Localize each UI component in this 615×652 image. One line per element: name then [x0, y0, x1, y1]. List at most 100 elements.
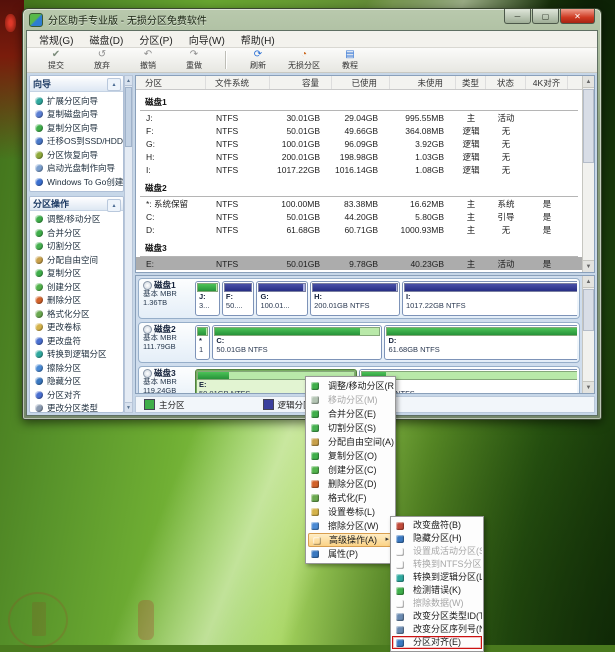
scrollbar-thumb[interactable] — [583, 89, 594, 163]
scroll-up-icon[interactable]: ▲ — [583, 276, 594, 288]
partition-table-row[interactable]: D: NTFS 61.68GB 60.71GB 1000.93MB 主 无 是 — [136, 223, 582, 236]
scrollbar-thumb[interactable] — [583, 289, 594, 331]
toolbar-button[interactable]: ↶ 撤销 — [125, 50, 171, 70]
submenu-item[interactable]: 设置成活动分区(S) — [392, 545, 482, 558]
sidebar-operation-item[interactable]: 调整/移动分区 — [30, 213, 123, 227]
context-menu-item[interactable]: 擦除分区(W) — [307, 519, 394, 533]
partition-table-row[interactable]: *: 系统保留 NTFS 100.00MB 83.38MB 16.62MB 主 … — [136, 197, 582, 210]
column-header[interactable]: 状态 — [486, 76, 526, 89]
column-header[interactable]: 文件系统 — [206, 76, 270, 89]
context-menu-item[interactable]: 移动分区(M) — [307, 393, 394, 407]
context-menu-item[interactable]: 复制分区(O) — [307, 449, 394, 463]
submenu-item[interactable]: 改变盘符(B) — [392, 519, 482, 532]
context-menu-item[interactable]: 调整/移动分区(R) — [307, 379, 394, 393]
close-button[interactable]: ✕ — [560, 9, 595, 24]
sidebar-operation-item[interactable]: 转换到逻辑分区 — [30, 348, 123, 362]
disk-info[interactable]: 磁盘1 基本 MBR 1.36TB — [141, 281, 195, 316]
sidebar-operation-item[interactable]: 更改分区类型 — [30, 402, 123, 414]
titlebar[interactable]: 分区助手专业版 - 无损分区免费软件 ─ ▢ ✕ — [23, 9, 601, 30]
sidebar-operation-item[interactable]: 格式化分区 — [30, 307, 123, 321]
sidebar-wizard-item[interactable]: 扩展分区向导 — [30, 94, 123, 108]
context-menu-item[interactable]: 设置卷标(L) — [307, 505, 394, 519]
scroll-down-icon[interactable]: ▼ — [583, 260, 594, 272]
toolbar-button[interactable]: ↺ 放弃 — [79, 50, 125, 70]
scroll-up-icon[interactable]: ▲ — [125, 76, 132, 86]
menubar-item[interactable]: 常规(G) — [31, 31, 81, 48]
toolbar-button[interactable]: ↷ 重做 — [171, 50, 217, 70]
submenu-item[interactable]: 改变分区类型ID(T) — [392, 610, 482, 623]
partition-tile[interactable]: F: 50.... — [222, 281, 255, 316]
partition-tile[interactable]: H: 200.01GB NTFS — [310, 281, 400, 316]
sidebar-operation-item[interactable]: 分区对齐 — [30, 388, 123, 402]
context-menu-item[interactable]: 属性(P) — [307, 547, 394, 561]
sidebar-operation-item[interactable]: 擦除分区 — [30, 361, 123, 375]
minimize-button[interactable]: ─ — [504, 9, 531, 24]
table-scrollbar[interactable]: ▲ ▼ — [582, 76, 594, 272]
context-menu-item[interactable]: 删除分区(D) — [307, 477, 394, 491]
sidebar-wizard-item[interactable]: 复制分区向导 — [30, 121, 123, 135]
menubar-item[interactable]: 向导(W) — [181, 31, 233, 48]
context-menu-item[interactable]: 切割分区(S) — [307, 421, 394, 435]
column-header[interactable]: 类型 — [456, 76, 486, 89]
submenu-item[interactable]: 改变分区序列号(N) — [392, 623, 482, 636]
context-menu-item[interactable]: 创建分区(C) — [307, 463, 394, 477]
maximize-button[interactable]: ▢ — [532, 9, 559, 24]
toolbar-button[interactable]: ⟳ 刷新 — [235, 50, 281, 70]
sidebar-operation-item[interactable]: 创建分区 — [30, 280, 123, 294]
collapse-chevron-icon[interactable]: ▴ — [107, 78, 121, 91]
sidebar-wizard-item[interactable]: 启动光盘制作向导 — [30, 162, 123, 176]
partition-table-row[interactable]: E: NTFS 50.01GB 9.78GB 40.23GB 主 活动 是 — [136, 257, 582, 270]
submenu-item[interactable]: 转换到逻辑分区(L) — [392, 571, 482, 584]
menubar-item[interactable]: 帮助(H) — [233, 31, 283, 48]
wizards-panel-header[interactable]: 向导 ▴ — [30, 76, 123, 92]
disk-info[interactable]: 磁盘2 基本 MBR 111.79GB — [141, 325, 195, 360]
collapse-chevron-icon[interactable]: ▴ — [107, 199, 121, 212]
partition-tile[interactable]: I: 1017.22GB NTFS — [402, 281, 577, 316]
submenu-item[interactable]: 转换到NTFS分区(O) — [392, 558, 482, 571]
partition-table-row[interactable]: F: NTFS 50.01GB 49.66GB 364.08MB 逻辑 无 — [136, 124, 582, 137]
context-menu-item[interactable]: 格式化(F) — [307, 491, 394, 505]
context-menu-item[interactable]: 高级操作(A) ▸ — [308, 533, 393, 547]
partition-table-row[interactable]: C: NTFS 50.01GB 44.20GB 5.80GB 主 引导 是 — [136, 210, 582, 223]
toolbar-button[interactable]: ◔ 无损分区 — [281, 50, 327, 70]
disk-info[interactable]: 磁盘3 基本 MBR 119.24GB — [141, 369, 195, 393]
partition-tile[interactable]: J: 3... — [195, 281, 220, 316]
sidebar-operation-item[interactable]: 删除分区 — [30, 294, 123, 308]
scrollbar-thumb[interactable] — [125, 87, 132, 147]
sidebar-wizard-item[interactable]: Windows To Go创建器 — [30, 175, 123, 189]
context-menu-item[interactable]: 分配自由空间(A) — [307, 435, 394, 449]
scroll-down-icon[interactable]: ▼ — [125, 402, 132, 412]
disk-panel-scrollbar[interactable]: ▲ ▼ — [582, 276, 594, 393]
toolbar-button[interactable]: ▤ 教程 — [327, 50, 373, 70]
sidebar-operation-item[interactable]: 隐藏分区 — [30, 375, 123, 389]
partition-tile[interactable]: C: 50.01GB NTFS — [212, 325, 382, 360]
sidebar-operation-item[interactable]: 分配自由空间 — [30, 253, 123, 267]
sidebar-wizard-item[interactable]: 分区恢复向导 — [30, 148, 123, 162]
column-header[interactable]: 4K对齐 — [526, 76, 568, 89]
column-header[interactable]: 未使用 — [390, 76, 456, 89]
sidebar-operation-item[interactable]: 切割分区 — [30, 240, 123, 254]
partition-table-row[interactable]: J: NTFS 30.01GB 29.04GB 995.55MB 主 活动 — [136, 111, 582, 124]
column-header[interactable]: 分区 — [136, 76, 206, 89]
partition-table-row[interactable]: M: NTFS 69.23GB 7.78GB 61.45GB 主 无 是 — [136, 270, 582, 272]
partition-tile[interactable]: * 1 — [195, 325, 210, 360]
submenu-item[interactable]: 分区对齐(E) — [392, 636, 482, 649]
sidebar-operation-item[interactable]: 更改卷标 — [30, 321, 123, 335]
sidebar-wizard-item[interactable]: 复制磁盘向导 — [30, 108, 123, 122]
partition-tile[interactable]: D: 61.68GB NTFS — [384, 325, 577, 360]
scroll-down-icon[interactable]: ▼ — [583, 381, 594, 393]
operations-panel-header[interactable]: 分区操作 ▴ — [30, 197, 123, 211]
column-header[interactable]: 容量 — [270, 76, 332, 89]
sidebar-operation-item[interactable]: 合并分区 — [30, 226, 123, 240]
sidebar-scrollbar[interactable]: ▲ ▼ — [124, 75, 133, 413]
sidebar-wizard-item[interactable]: 迁移OS到SSD/HDD — [30, 135, 123, 149]
submenu-item[interactable]: 隐藏分区(H) — [392, 532, 482, 545]
context-menu-item[interactable]: 合并分区(E) — [307, 407, 394, 421]
partition-tile[interactable]: G: 100.01... — [256, 281, 308, 316]
partition-table-row[interactable]: H: NTFS 200.01GB 198.98GB 1.03GB 逻辑 无 — [136, 150, 582, 163]
scroll-up-icon[interactable]: ▲ — [583, 76, 594, 88]
partition-table-row[interactable]: I: NTFS 1017.22GB 1016.14GB 1.08GB 逻辑 无 — [136, 163, 582, 176]
partition-table-row[interactable]: G: NTFS 100.01GB 96.09GB 3.92GB 逻辑 无 — [136, 137, 582, 150]
submenu-item[interactable]: 擦除数据(W) — [392, 597, 482, 610]
column-header[interactable]: 已使用 — [332, 76, 390, 89]
